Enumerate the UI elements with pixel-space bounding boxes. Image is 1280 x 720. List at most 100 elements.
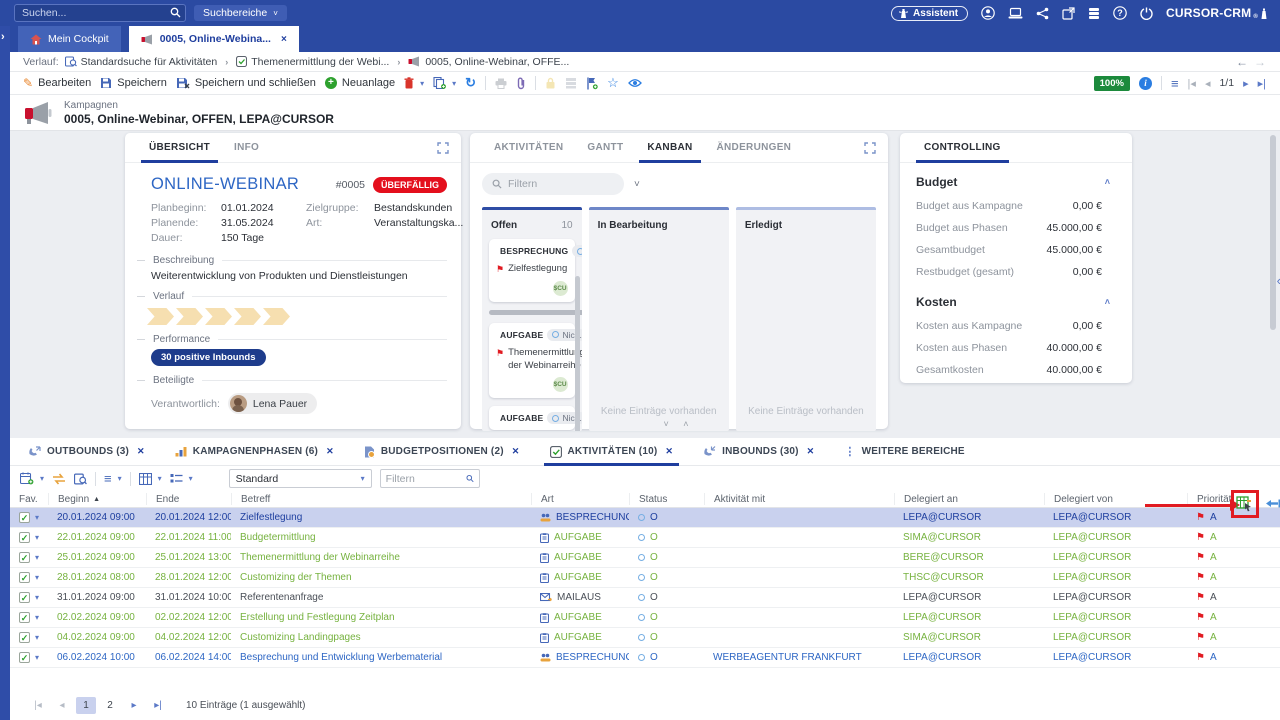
phase-chevron[interactable] (263, 308, 290, 325)
fav-checkbox[interactable]: ✓ (19, 532, 30, 543)
menu-icon[interactable]: ≡ (1171, 76, 1179, 91)
row-menu-caret[interactable]: ▾ (35, 633, 39, 642)
expand-sidebar-icon[interactable]: › (1, 31, 5, 43)
filter-input[interactable] (386, 473, 466, 485)
next-page-icon[interactable]: ▸ (124, 697, 144, 714)
copy-button[interactable]: ▾ (433, 77, 456, 89)
breadcrumb-item-search[interactable]: Standardsuche für Aktivitäten (65, 56, 218, 68)
close-icon[interactable]: × (281, 34, 287, 45)
save-close-button[interactable]: Speichern und schließen (176, 77, 316, 89)
kanban-filter-input[interactable]: Filtern (482, 173, 624, 195)
row-menu-caret[interactable]: ▾ (35, 653, 39, 662)
tab-aktivitaeten[interactable]: AKTIVITÄTEN (482, 133, 575, 163)
share-icon[interactable] (1036, 7, 1049, 20)
fav-checkbox[interactable]: ✓ (19, 592, 30, 603)
last-page-icon[interactable]: ▸| (1258, 77, 1266, 90)
history-forward-icon[interactable]: → (1254, 55, 1266, 69)
user-icon[interactable] (981, 6, 995, 20)
prev-page-icon[interactable]: ◂ (1205, 77, 1211, 90)
row-menu-caret[interactable]: ▾ (35, 553, 39, 562)
table-row[interactable]: ✓▾04.02.2024 09:0004.02.2024 12:00Custom… (10, 628, 1280, 648)
global-search-input[interactable] (14, 4, 186, 22)
database-icon[interactable] (1088, 7, 1100, 20)
info-icon[interactable]: i (1139, 77, 1152, 90)
col-delegiert-an[interactable]: Delegiert an (894, 493, 1044, 505)
first-page-icon[interactable]: |◂ (1188, 77, 1196, 90)
tab-controlling[interactable]: CONTROLLING (912, 133, 1013, 163)
open-search-button[interactable] (74, 473, 87, 485)
new-activity-button[interactable]: ▾ (20, 472, 44, 485)
tab-mein-cockpit[interactable]: Mein Cockpit (18, 26, 121, 52)
kanban-card-item[interactable]: BESPRECHUNG Ni ⚑Zielfestlegung $CU (489, 239, 575, 302)
close-icon[interactable]: ✕ (326, 446, 334, 457)
horizontal-scrollbar[interactable] (489, 310, 582, 315)
group-budget[interactable]: Budget˄ (900, 163, 1132, 195)
phase-chevron[interactable] (205, 308, 232, 325)
close-icon[interactable]: ✕ (512, 446, 520, 457)
next-page-icon[interactable]: ▸ (1243, 77, 1249, 90)
print-button[interactable] (495, 78, 507, 89)
watch-button[interactable] (628, 78, 642, 88)
close-icon[interactable]: ✕ (807, 446, 815, 457)
tab-record-active[interactable]: 0005, Online-Webina... × (129, 26, 299, 52)
device-icon[interactable] (1008, 7, 1023, 20)
refresh-button[interactable]: ↻ (465, 75, 476, 91)
col-aktivitaet-mit[interactable]: Aktivität mit (704, 493, 894, 505)
col-status[interactable]: Status (629, 493, 704, 505)
favorite-button[interactable]: ☆ (607, 75, 619, 91)
tab-info[interactable]: INFO (222, 133, 271, 163)
prev-page-icon[interactable]: ◂ (52, 697, 72, 714)
responsible-person-chip[interactable]: Lena Pauer (228, 393, 317, 414)
collapse-panel-icon[interactable]: ‹ (1277, 273, 1280, 288)
kanban-card-item[interactable]: AUFGABE Nic... ⚑Themenermittlung der Web… (489, 323, 575, 399)
row-menu-caret[interactable]: ▾ (35, 593, 39, 602)
phase-chevron[interactable] (176, 308, 203, 325)
tab-aktivitaeten[interactable]: AKTIVITÄTEN (10)✕ (550, 438, 674, 466)
list-view-button[interactable]: ▾ (170, 473, 193, 484)
fav-checkbox[interactable]: ✓ (19, 652, 30, 663)
delete-button[interactable]: ▾ (404, 77, 424, 89)
close-icon[interactable]: ✕ (137, 446, 145, 457)
fav-checkbox[interactable]: ✓ (19, 612, 30, 623)
search-areas-button[interactable]: Suchbereiche ˅ (194, 5, 287, 21)
last-page-icon[interactable]: ▸| (148, 697, 168, 714)
expand-icon[interactable] (437, 142, 449, 154)
tab-uebersicht[interactable]: ÜBERSICHT (137, 133, 222, 163)
phase-chevron[interactable] (234, 308, 261, 325)
breadcrumb-item-activity[interactable]: Themenermittlung der Webi... (236, 56, 389, 68)
table-row[interactable]: ✓▾22.01.2024 09:0022.01.2024 11:00Budget… (10, 528, 1280, 548)
tab-aenderungen[interactable]: ÄNDERUNGEN (705, 133, 804, 163)
page-button-1[interactable]: 1 (76, 697, 96, 714)
group-kosten[interactable]: Kosten˄ (900, 283, 1132, 315)
history-back-icon[interactable]: ← (1236, 55, 1248, 69)
layers-button[interactable] (565, 77, 577, 89)
pin-column-icon[interactable] (1266, 498, 1280, 509)
fav-checkbox[interactable]: ✓ (19, 512, 30, 523)
view-select[interactable]: Standard ▾ (229, 469, 372, 488)
tab-kanban[interactable]: KANBAN (635, 133, 704, 163)
table-row[interactable]: ✓▾28.01.2024 08:0028.01.2024 12:00Custom… (10, 568, 1280, 588)
col-fav[interactable]: Fav. (10, 493, 48, 505)
zoom-level-badge[interactable]: 100% (1094, 76, 1130, 91)
row-menu-caret[interactable]: ▾ (35, 513, 39, 522)
table-filter[interactable] (380, 469, 480, 488)
scroll-up-down-icons[interactable]: ˅ ˄ (663, 419, 694, 429)
table-row[interactable]: ✓▾20.01.2024 09:0020.01.2024 12:00Zielfe… (10, 508, 1280, 528)
lock-button[interactable] (545, 77, 556, 89)
row-menu-caret[interactable]: ▾ (35, 533, 39, 542)
table-row[interactable]: ✓▾31.01.2024 09:0031.01.2024 10:00Refere… (10, 588, 1280, 608)
col-art[interactable]: Art (531, 493, 629, 505)
attachment-button[interactable] (516, 77, 526, 90)
col-ende[interactable]: Ende (146, 493, 231, 505)
row-menu-caret[interactable]: ▾ (35, 613, 39, 622)
close-icon[interactable]: ✕ (665, 446, 673, 457)
table-view-button[interactable]: ▾ (139, 473, 162, 485)
chevron-down-icon[interactable]: ˅ (634, 179, 640, 190)
kanban-card-item[interactable]: AUFGABE Nic... (489, 406, 575, 430)
tab-budgetpositionen[interactable]: BUDGETPOSITIONEN (2)✕ (364, 438, 520, 466)
col-betreff[interactable]: Betreff (231, 493, 531, 505)
row-menu-caret[interactable]: ▾ (35, 573, 39, 582)
phase-chevron[interactable] (147, 308, 174, 325)
search-icon[interactable] (170, 7, 181, 18)
vertical-scrollbar[interactable] (575, 276, 580, 431)
